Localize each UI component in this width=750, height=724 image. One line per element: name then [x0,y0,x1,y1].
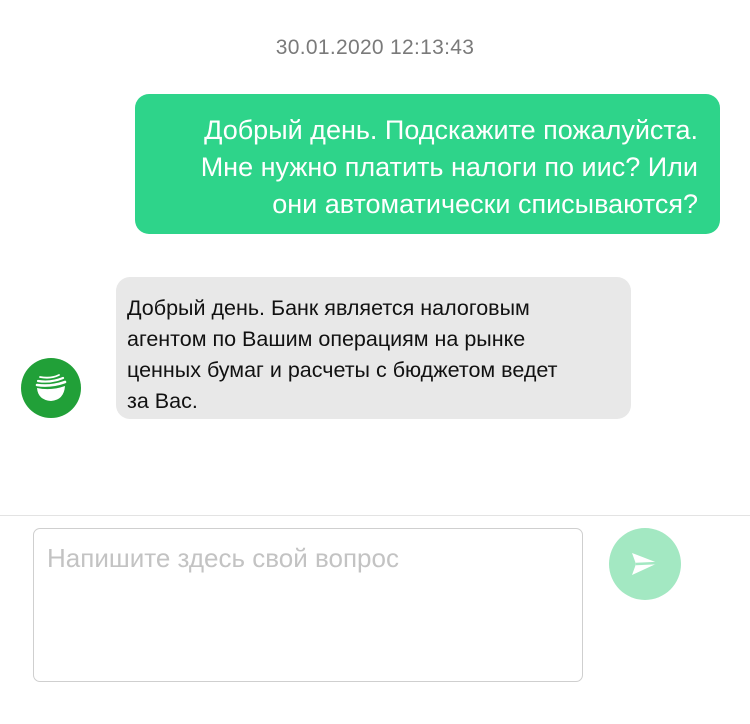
message-line: они автоматически списываются? [272,189,698,219]
user-message-bubble[interactable]: Добрый день. Подскажите пожалуйста. Мне … [135,94,720,234]
bank-avatar [21,358,81,418]
bank-message-bubble[interactable]: Добрый день. Банк является налоговым аге… [116,277,631,419]
chat-screen: 30.01.2020 12:13:43 Добрый день. Подскаж… [0,0,750,724]
paper-plane-icon [632,553,659,575]
message-line: ценных бумаг и расчеты с бюджетом ведет [127,358,558,382]
question-input[interactable]: Напишите здесь свой вопрос [33,528,583,682]
sber-logo-icon [35,374,67,401]
message-line: Мне нужно платить налоги по иис? Или [200,152,698,182]
message-line: Добрый день. Банк является налоговым [127,296,530,320]
message-timestamp: 30.01.2020 12:13:43 [275,36,475,59]
send-button[interactable] [609,528,681,600]
message-line: за Вас. [127,389,198,413]
message-line: Добрый день. Подскажите пожалуйста. [204,115,698,145]
message-line: агентом по Вашим операциям на рынке [127,327,526,351]
composer-divider [0,515,750,516]
